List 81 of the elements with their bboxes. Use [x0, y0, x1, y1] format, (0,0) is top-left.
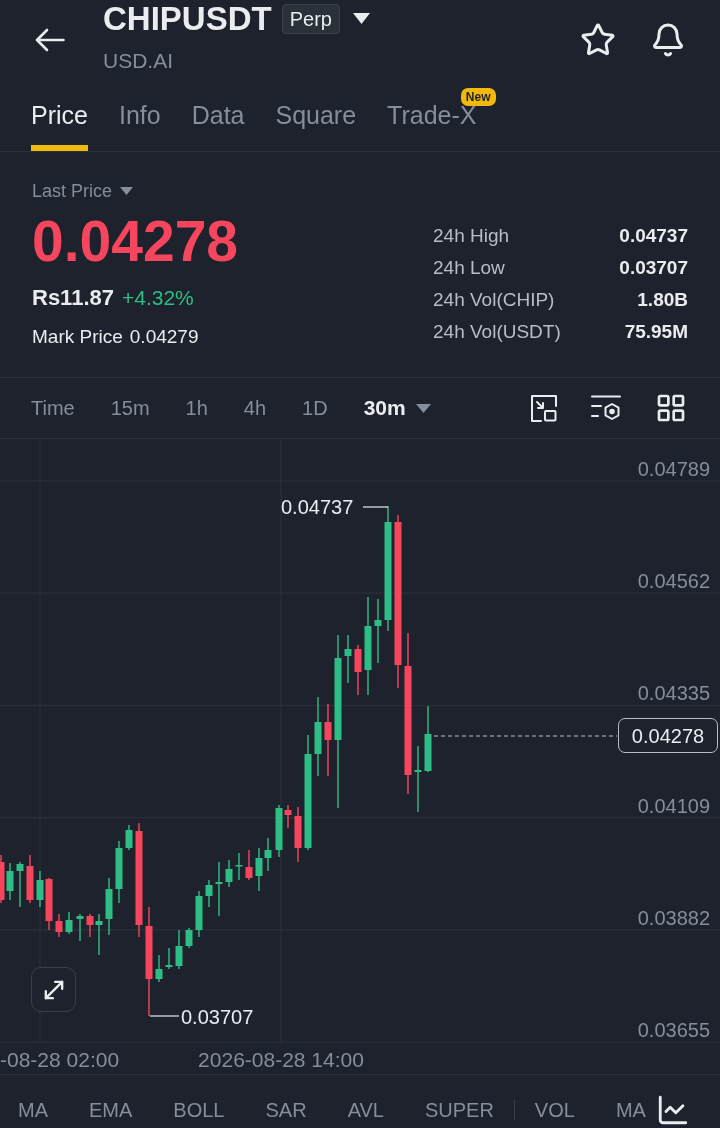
y-axis-label: 0.04789 [637, 458, 710, 480]
mark-price-value: 0.04279 [129, 325, 199, 349]
fiat-price: Rs11.87 [32, 284, 114, 312]
last-price-value: 0.04278 [32, 211, 239, 271]
high-price-label: 0.04737 [281, 496, 354, 518]
stat-label: 24h High [433, 224, 510, 248]
candle [175, 929, 183, 970]
candle [76, 913, 84, 942]
low-price-label: 0.03707 [181, 1006, 254, 1028]
indicator-tab[interactable]: MA [18, 1097, 48, 1122]
leader-line [149, 1015, 180, 1017]
grid-icon[interactable] [655, 392, 687, 424]
caret-down-icon[interactable] [352, 13, 370, 24]
stat-value: 75.95M [624, 320, 688, 344]
bell-icon[interactable] [650, 22, 686, 58]
candle [195, 890, 203, 938]
tab[interactable]: Square [275, 100, 357, 151]
star-icon[interactable] [580, 22, 616, 58]
symbol-title: CHIPUSDT [103, 0, 272, 37]
contract-badge: Perp [281, 3, 340, 34]
y-axis-label: 0.03655 [637, 1019, 710, 1041]
indicator-tab[interactable]: EMA [89, 1097, 133, 1122]
expand-button[interactable] [31, 967, 76, 1012]
stat-label: 24h Vol(CHIP) [433, 288, 555, 312]
candle [115, 840, 123, 904]
candle [414, 745, 422, 813]
tab[interactable]: Info [118, 100, 161, 151]
candle [125, 824, 133, 851]
candle [374, 598, 382, 664]
stat-value: 0.04737 [619, 224, 688, 248]
interval-tab[interactable]: 4h [243, 395, 267, 421]
price-change: +4.32% [121, 285, 194, 311]
candle [155, 954, 163, 983]
candle [235, 852, 243, 881]
indicator-tab[interactable]: SUPER [424, 1097, 494, 1122]
candle [344, 634, 352, 684]
candle [215, 861, 223, 917]
interval-tab[interactable]: Time [31, 395, 75, 421]
candle [65, 911, 73, 935]
settings-icon[interactable] [591, 395, 621, 421]
candle [294, 806, 302, 863]
candle [165, 947, 173, 970]
stat-label: 24h Low [433, 256, 505, 280]
last-price-label: Last Price [32, 181, 113, 201]
tab[interactable]: Price [31, 100, 88, 151]
candle [105, 877, 113, 936]
y-axis-label: 0.04109 [637, 794, 710, 817]
interval-tab[interactable]: 30m [363, 395, 406, 421]
candle [205, 879, 213, 908]
interval-tab[interactable]: 15m [110, 395, 150, 421]
indicator-tab[interactable]: AVL [347, 1097, 384, 1122]
project-name: USD.AI [103, 49, 173, 73]
candle [424, 705, 432, 773]
y-axis-label: 0.03882 [637, 906, 710, 929]
x-axis-label: -08-28 02:00 [0, 1048, 120, 1072]
candle [185, 927, 193, 949]
stat-value: 1.80B [637, 288, 688, 312]
candle [245, 849, 253, 881]
current-price-label: 0.04278 [618, 718, 718, 753]
stat-label: 24h Vol(USDT) [433, 320, 561, 344]
x-axis-label: 2026-08-28 14:00 [198, 1048, 364, 1072]
mark-price-label: Mark Price [32, 325, 123, 349]
candle [26, 854, 34, 904]
back-icon[interactable] [35, 28, 65, 52]
interval-tab[interactable]: 1h [185, 395, 208, 421]
indicator-tab[interactable]: BOLL [173, 1097, 225, 1122]
candle [225, 859, 233, 888]
candle [55, 913, 63, 938]
y-axis-label: 0.04562 [637, 570, 710, 593]
indicator-tab[interactable]: MA [615, 1097, 646, 1122]
candle [16, 861, 24, 908]
new-badge: New [460, 88, 496, 106]
resize-arrow-icon[interactable] [530, 394, 557, 422]
candle [354, 644, 362, 696]
stat-value: 0.03707 [619, 256, 688, 280]
indicator-tab[interactable]: VOL [534, 1097, 575, 1122]
y-axis-label: 0.04335 [637, 682, 710, 705]
tab[interactable]: Data [191, 100, 245, 151]
leader-line [362, 506, 389, 508]
indicator-tab[interactable]: SAR [265, 1097, 307, 1122]
interval-tab[interactable]: 1D [302, 395, 328, 421]
